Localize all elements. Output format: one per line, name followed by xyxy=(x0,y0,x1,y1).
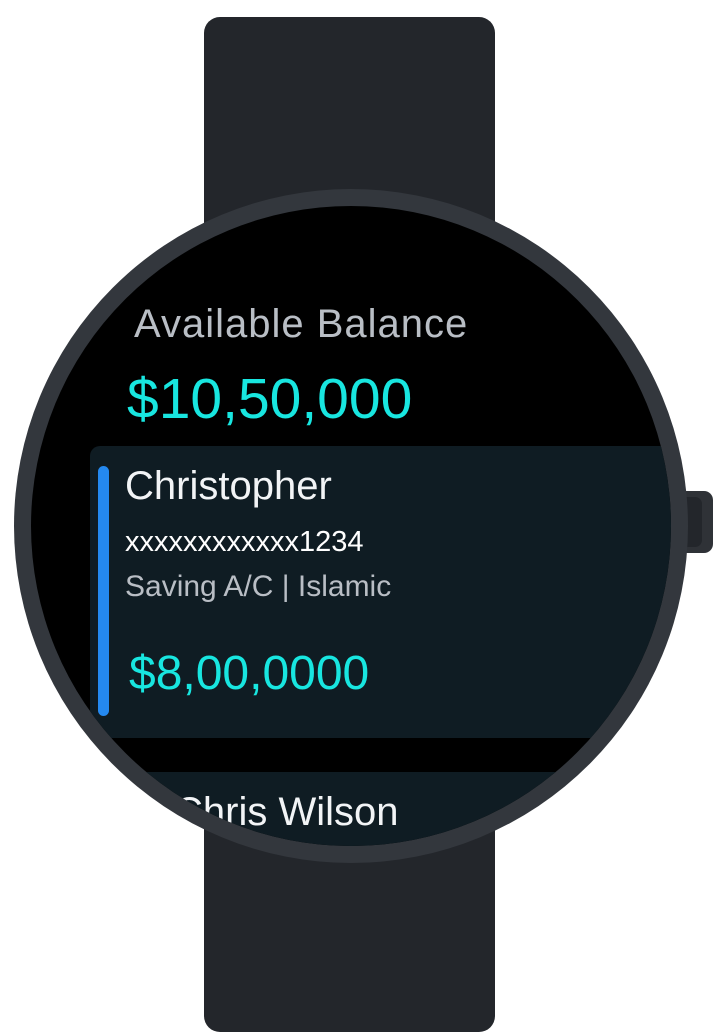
watch-screen[interactable]: Available Balance $10,50,000 Christopher… xyxy=(31,206,671,846)
account-balance: $8,00,0000 xyxy=(129,647,370,700)
watch-mockup: Available Balance $10,50,000 Christopher… xyxy=(0,0,719,1035)
account-type: Saving A/C | Islamic xyxy=(125,570,392,603)
account-card-chris-wilson[interactable]: Chris Wilson xyxy=(90,772,671,846)
account-holder-name: Chris Wilson xyxy=(174,790,399,834)
available-balance-label: Available Balance xyxy=(134,302,469,346)
account-card-christopher[interactable]: Christopher xxxxxxxxxxxx1234 Saving A/C … xyxy=(90,446,671,738)
available-balance-amount: $10,50,000 xyxy=(127,367,413,431)
account-holder-name: Christopher xyxy=(125,464,332,508)
account-number: xxxxxxxxxxxx1234 xyxy=(125,526,364,558)
selected-indicator xyxy=(98,466,109,716)
